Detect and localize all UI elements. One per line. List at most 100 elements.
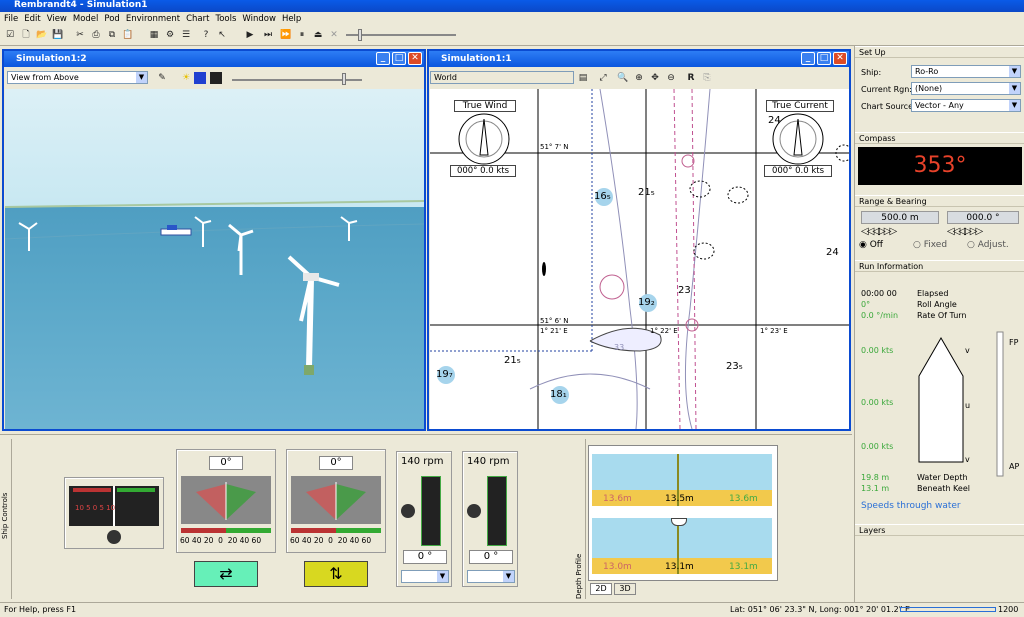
zoom-out-icon[interactable]: ⊖ xyxy=(665,72,677,84)
sim-3d-title-bar[interactable]: Simulation1:2 _ □ ✕ xyxy=(4,51,424,67)
thruster-horizontal-icon: ⇄ xyxy=(219,564,233,583)
depth-upper-left: 13.6m xyxy=(603,494,632,504)
radio-adjust[interactable]: ○ Adjust. xyxy=(967,240,1009,250)
save-icon[interactable]: 💾 xyxy=(52,29,64,41)
check-icon[interactable]: ☑ xyxy=(4,29,16,41)
zoom-slider-thumb[interactable] xyxy=(342,73,346,85)
bow-thruster-button[interactable]: ⇄ xyxy=(194,561,258,587)
rudder-right-gauge xyxy=(291,476,381,524)
current-region-select[interactable]: (None) ▼ xyxy=(911,82,1021,95)
range-arrows-icon[interactable]: ◁◁◁▷▷▷ xyxy=(861,226,897,237)
compass-header[interactable]: Compass xyxy=(855,132,1024,144)
menu-edit[interactable]: Edit xyxy=(24,12,40,26)
chart-folder-icon[interactable]: ▤ xyxy=(577,72,589,84)
minimize-icon[interactable]: _ xyxy=(801,52,815,65)
engine-left-select[interactable]: ▼ xyxy=(401,570,449,583)
menu-environment[interactable]: Environment xyxy=(126,12,180,26)
rudder-left-control: 0° 60 40 20 0 20 40 60 xyxy=(176,449,276,553)
step-icon[interactable]: ⏭ xyxy=(262,29,274,41)
maximize-icon[interactable]: □ xyxy=(817,52,831,65)
radio-off[interactable]: ◉ Off xyxy=(859,240,883,250)
list-icon[interactable]: ☰ xyxy=(180,29,192,41)
measure-icon[interactable]: ⤢ xyxy=(597,72,609,84)
settings-icon[interactable]: ⚙ xyxy=(164,29,176,41)
close-icon[interactable]: ✕ xyxy=(833,52,847,65)
tab-2d[interactable]: 2D xyxy=(590,583,612,595)
menu-bar: File Edit View Model Pod Environment Cha… xyxy=(0,12,1024,26)
help-pointer-icon[interactable]: ↖ xyxy=(216,29,228,41)
stop-icon[interactable]: ✕ xyxy=(328,29,340,41)
app-title-bar: Rembrandt4 - Simulation1 xyxy=(0,0,1024,12)
zoom-pan-icon[interactable]: ✥ xyxy=(649,72,661,84)
menu-chart[interactable]: Chart xyxy=(186,12,209,26)
cut-icon[interactable]: ✂ xyxy=(74,29,86,41)
wind-turbine-icon xyxy=(340,216,358,241)
bearing-arrows-icon[interactable]: ◁◁◁▷▷▷ xyxy=(947,226,983,237)
speed-lateral-value: 0.00 kts xyxy=(861,398,894,407)
print-icon[interactable]: ⎙ xyxy=(90,29,102,41)
depth-sounding: 33 xyxy=(614,343,625,352)
menu-window[interactable]: Window xyxy=(242,12,276,26)
stern-thruster-button[interactable]: ⇅ xyxy=(304,561,368,587)
chart-title-bar[interactable]: Simulation1:1 _ □ ✕ xyxy=(429,51,849,67)
range-bearing-header[interactable]: Range & Bearing xyxy=(855,195,1024,207)
depth-lower-right: 13.1m xyxy=(729,562,758,572)
pen-icon[interactable]: ✎ xyxy=(156,72,168,84)
engine-left-knob[interactable] xyxy=(401,504,415,518)
camera-icon[interactable] xyxy=(210,72,222,84)
menu-help[interactable]: Help xyxy=(282,12,301,26)
rudder-knob[interactable] xyxy=(107,530,121,544)
info-icon[interactable]: ? xyxy=(200,29,212,41)
bottom-panel: Ship Controls 10 5 0 5 10 0° 60 40 20 0 … xyxy=(0,434,852,602)
speed-slider-thumb[interactable] xyxy=(358,29,362,41)
paste-icon[interactable]: 📋 xyxy=(122,29,134,41)
close-icon[interactable]: ✕ xyxy=(408,52,422,65)
blue-square-icon[interactable] xyxy=(194,72,206,84)
menu-tools[interactable]: Tools xyxy=(215,12,236,26)
zoom-area-icon[interactable]: ⊕ xyxy=(633,72,645,84)
scale-bar xyxy=(900,607,996,612)
bearing-value: 000.0 ° xyxy=(947,211,1019,224)
engine-right-knob[interactable] xyxy=(467,504,481,518)
pause-icon[interactable]: ⏸ xyxy=(296,29,308,41)
status-position: Lat: 051° 06' 23.3" N, Long: 001° 20' 01… xyxy=(730,605,910,614)
engine-right-control: 140 rpm 0 ° ▼ xyxy=(462,451,518,587)
right-panel: Set Up Ship: Ro-Ro ▼ Current Rgn: (None)… xyxy=(854,46,1024,602)
grid-icon[interactable]: ▦ xyxy=(148,29,160,41)
fast-forward-icon[interactable]: ⏩ xyxy=(280,29,292,41)
menu-view[interactable]: View xyxy=(47,12,67,26)
depth-sounding: 21₅ xyxy=(638,187,655,198)
new-file-icon[interactable]: 🗋 xyxy=(20,29,32,41)
tab-3d[interactable]: 3D xyxy=(614,583,636,595)
eject-icon[interactable]: ⏏ xyxy=(312,29,324,41)
run-info-header[interactable]: Run Information xyxy=(855,260,1024,272)
lon-label: 1° 23' E xyxy=(760,327,788,335)
speed-forward-value: 0.00 kts xyxy=(861,346,894,355)
speed-slider-track[interactable] xyxy=(346,34,456,36)
depth-sounding: 23 xyxy=(678,285,691,296)
route-button[interactable]: R xyxy=(685,72,697,84)
sun-icon[interactable]: ☀ xyxy=(180,72,192,84)
maximize-icon[interactable]: □ xyxy=(392,52,406,65)
menu-pod[interactable]: Pod xyxy=(104,12,119,26)
chevron-down-icon: ▼ xyxy=(1009,100,1020,111)
view-select[interactable]: View from Above ▼ xyxy=(7,71,148,84)
layers-header[interactable]: Layers xyxy=(855,524,1024,536)
chart-layer-select[interactable]: World xyxy=(430,71,574,84)
open-folder-icon[interactable]: 📂 xyxy=(36,29,48,41)
ship-select[interactable]: Ro-Ro ▼ xyxy=(911,65,1021,78)
radio-fixed[interactable]: ○ Fixed xyxy=(913,240,947,250)
bow-stern-scale xyxy=(996,331,1004,477)
nautical-chart[interactable]: True Wind 000° 0.0 kts True Current 000°… xyxy=(430,89,849,429)
menu-model[interactable]: Model xyxy=(73,12,99,26)
copy-icon[interactable]: ⧉ xyxy=(106,29,118,41)
play-icon[interactable]: ▶ xyxy=(244,29,256,41)
setup-header[interactable]: Set Up xyxy=(855,46,1024,58)
menu-file[interactable]: File xyxy=(4,12,18,26)
zoom-in-icon[interactable]: 🔍 xyxy=(617,72,629,84)
export-icon[interactable]: ⎘ xyxy=(701,72,713,84)
engine-right-select[interactable]: ▼ xyxy=(467,570,515,583)
elapsed-label: Elapsed xyxy=(917,289,949,298)
chart-source-select[interactable]: Vector - Any ▼ xyxy=(911,99,1021,112)
minimize-icon[interactable]: _ xyxy=(376,52,390,65)
